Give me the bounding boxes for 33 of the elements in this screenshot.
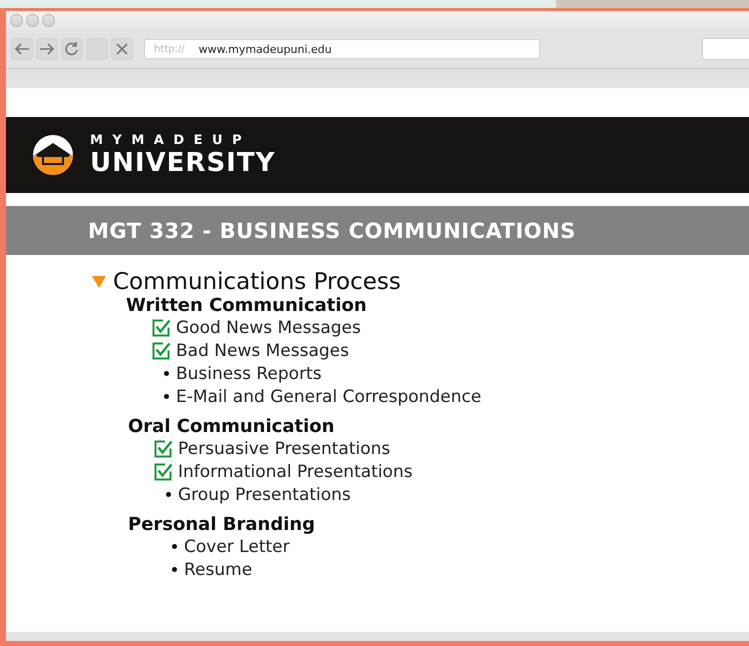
logo-text: MYMADEUP (90, 134, 252, 147)
outline-item: E-Mail and General Correspondence (176, 386, 482, 406)
logo-icon (32, 134, 74, 176)
back-arrow-icon (14, 42, 30, 56)
logo-text: UNIVERSITY (90, 150, 276, 176)
outline-item: Business Reports (176, 364, 322, 384)
outline-item: Persuasive Presentations (178, 438, 390, 458)
collapse-triangle-icon[interactable] (92, 276, 106, 288)
search-field[interactable] (702, 38, 749, 60)
window-control-icon[interactable] (42, 14, 55, 27)
forward-button[interactable] (36, 38, 58, 60)
url-scheme: http:// (154, 44, 185, 54)
window-control-icon[interactable] (10, 14, 23, 27)
window-control-icon[interactable] (26, 14, 39, 27)
section-heading: Oral Communication (128, 416, 334, 437)
outline-item: Informational Presentations (178, 462, 413, 482)
section-heading: Personal Branding (128, 514, 316, 535)
back-button[interactable] (11, 38, 33, 60)
stop-button[interactable] (111, 38, 133, 60)
url-text: www.mymadeupuni.edu (198, 42, 332, 56)
outline-heading: Communications Process (113, 269, 401, 295)
address-field[interactable]: http:// www.mymadeupuni.edu (144, 39, 540, 59)
outline-item: Cover Letter (184, 536, 290, 556)
course-title: MGT 332 - BUSINESS COMMUNICATIONS (88, 218, 576, 242)
close-icon (115, 42, 129, 56)
reload-icon (64, 41, 80, 57)
section-heading: Written Communication (126, 295, 367, 316)
forward-arrow-icon (39, 42, 55, 56)
outline-item: Bad News Messages (176, 340, 349, 360)
outline-item: Group Presentations (178, 484, 351, 504)
outline-item: Resume (184, 560, 252, 580)
outline-item: Good News Messages (176, 318, 361, 338)
reload-button[interactable] (61, 38, 83, 60)
